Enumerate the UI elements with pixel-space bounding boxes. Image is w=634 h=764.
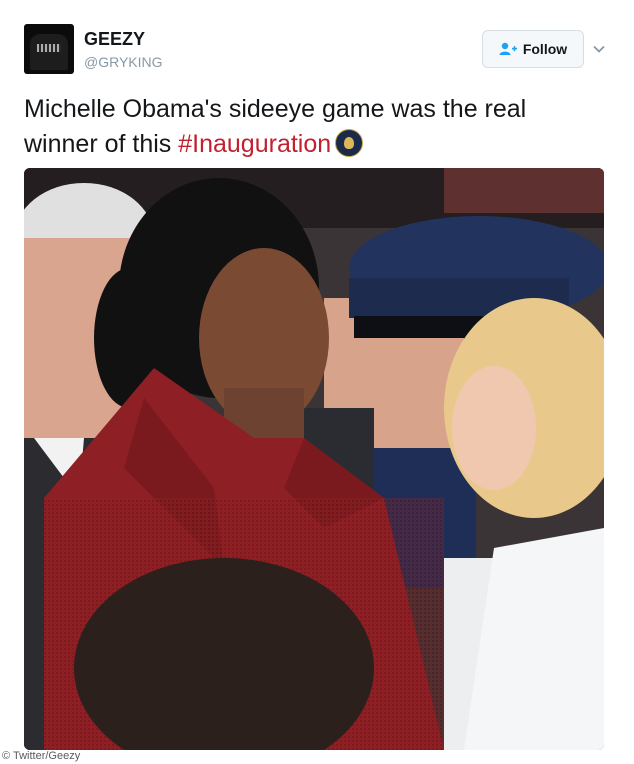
avatar-shirt <box>30 34 68 70</box>
follow-label: Follow <box>522 41 568 57</box>
photo-credit: © Twitter/Geezy <box>2 750 81 762</box>
inauguration-photo <box>24 168 604 750</box>
hashtag-link[interactable]: #Inauguration <box>178 130 331 158</box>
avatar-print <box>37 44 61 52</box>
tweet-photo[interactable] <box>24 168 604 750</box>
follow-button[interactable]: Follow <box>482 30 584 68</box>
add-person-icon <box>499 42 517 55</box>
presidential-seal-emoji <box>335 129 364 157</box>
user-display-name[interactable]: GEEZY <box>84 29 145 50</box>
user-avatar[interactable] <box>24 24 74 74</box>
user-handle[interactable]: @GRYKING <box>84 54 163 70</box>
tweet-text: Michelle Obama's sideeye game was the re… <box>24 92 604 162</box>
chevron-down-icon[interactable] <box>592 42 606 56</box>
